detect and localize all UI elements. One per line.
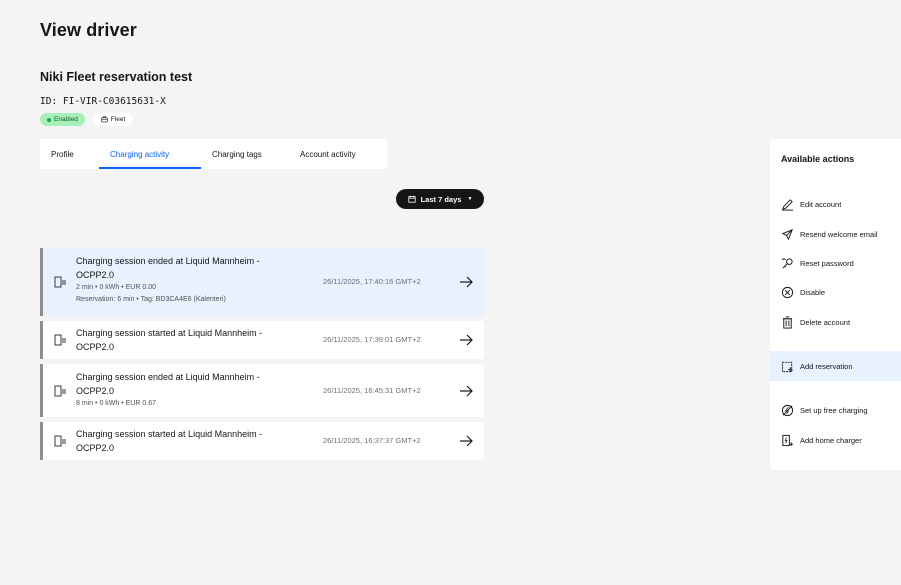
session-row[interactable]: Charging session ended at Liquid Mannhei… (40, 364, 484, 417)
date-range-label: Last 7 days (420, 194, 462, 204)
session-reservation: Reservation: 6 min • Tag: BD3CA4E6 (Kale… (76, 296, 226, 303)
driver-badges: Enabled Fleet (40, 113, 134, 126)
action-label: Edit account (800, 199, 842, 209)
tab-charging-tags[interactable]: Charging tags (201, 139, 289, 169)
charger-icon (54, 276, 66, 288)
action-label: Add home charger (800, 435, 862, 445)
status-badge: Enabled (40, 113, 85, 126)
send-icon (781, 228, 793, 240)
trash-icon (782, 315, 793, 329)
fleet-badge: Fleet (92, 113, 134, 126)
session-timestamp: 26/11/2025, 16:45:31 GMT+2 (323, 385, 421, 395)
edit-account-action[interactable]: Edit account (770, 189, 901, 219)
arrow-right-icon[interactable] (459, 275, 473, 289)
session-title: Charging session started at Liquid Mannh… (76, 429, 263, 453)
status-badge-label: Enabled (54, 116, 78, 123)
session-meta: 8 min • 0 kWh • EUR 0.67 (76, 400, 156, 407)
resend-welcome-email-action[interactable]: Resend welcome email (770, 219, 901, 249)
add-reservation-action[interactable]: Add reservation (770, 351, 901, 381)
driver-name: Niki Fleet reservation test (40, 70, 193, 84)
actions-panel: Available actions Edit account Resend we… (770, 139, 901, 470)
tab-charging-activity[interactable]: Charging activity (99, 139, 201, 169)
driver-id: ID: FI-VIR-C03615631-X (40, 96, 166, 107)
calendar-icon (407, 195, 416, 203)
action-label: Reset password (800, 258, 854, 268)
actions-title: Available actions (781, 154, 855, 164)
disable-action[interactable]: Disable (770, 277, 901, 307)
action-label: Set up free charging (800, 405, 868, 415)
caret-down-icon: ▼ (467, 196, 473, 202)
session-row[interactable]: Charging session started at Liquid Mannh… (40, 321, 484, 359)
session-title: Charging session ended at Liquid Mannhei… (76, 256, 260, 280)
disable-icon (781, 286, 794, 298)
password-icon (781, 257, 793, 268)
calendar-add-icon (781, 361, 793, 372)
session-timestamp: 26/11/2025, 17:39:01 GMT+2 (323, 335, 421, 344)
charger-icon (54, 385, 66, 396)
charger-icon (54, 435, 66, 447)
date-range-filter[interactable]: Last 7 days ▼ (396, 189, 484, 209)
action-label: Add reservation (800, 361, 853, 371)
arrow-right-icon[interactable] (459, 434, 473, 448)
action-label: Disable (800, 287, 826, 297)
charger-icon (54, 334, 66, 346)
tab-profile[interactable]: Profile (40, 139, 99, 169)
page-title: View driver (40, 20, 137, 40)
session-list: Charging session ended at Liquid Mannhei… (40, 248, 484, 465)
session-timestamp: 26/11/2025, 17:40:16 GMT+2 (323, 277, 421, 286)
set-up-free-charging-action[interactable]: Set up free charging (770, 395, 901, 425)
delete-account-action[interactable]: Delete account (770, 307, 901, 337)
home-charger-icon (782, 434, 794, 446)
arrow-right-icon[interactable] (459, 333, 473, 347)
arrow-right-icon[interactable] (459, 384, 473, 398)
fleet-badge-label: Fleet (110, 116, 126, 123)
session-row[interactable]: Charging session ended at Liquid Mannhei… (40, 248, 484, 316)
session-timestamp: 26/11/2025, 16:37:37 GMT+2 (323, 436, 421, 445)
free-charging-icon (781, 404, 794, 416)
session-row[interactable]: Charging session started at Liquid Mannh… (40, 422, 484, 460)
action-label: Resend welcome email (800, 229, 878, 239)
action-label: Delete account (800, 317, 851, 327)
add-home-charger-action[interactable]: Add home charger (770, 425, 901, 455)
reset-password-action[interactable]: Reset password (770, 248, 901, 278)
tab-account-activity[interactable]: Account activity (289, 139, 387, 169)
tab-list: Profile Charging activity Charging tags … (40, 139, 387, 169)
status-dot-icon (47, 117, 51, 122)
session-title: Charging session ended at Liquid Mannhei… (76, 372, 260, 396)
fleet-icon (101, 116, 108, 123)
session-title: Charging session started at Liquid Mannh… (76, 328, 263, 352)
edit-icon (781, 198, 794, 211)
